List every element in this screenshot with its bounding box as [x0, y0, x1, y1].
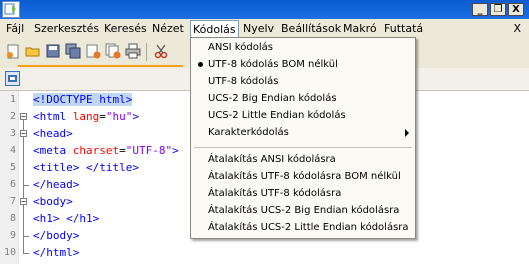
line-number: 3 — [9, 128, 16, 139]
code-token: charset — [72, 144, 120, 157]
menu-item-convert-ucs2-be[interactable]: Átalakítás UCS-2 Big Endian kódolásra — [191, 202, 415, 219]
save-icon[interactable] — [44, 42, 62, 60]
app-icon[interactable] — [2, 1, 20, 18]
code-text: <h1> </h1> — [33, 210, 99, 227]
menu-beallitasok[interactable]: Beállítások — [278, 21, 344, 36]
menu-item-utf8-no-bom[interactable]: UTF-8 kódolás BOM nélkül — [191, 56, 415, 73]
code-text: </head> — [33, 176, 79, 193]
code-text: </html> — [33, 244, 79, 261]
code-text: </body> — [33, 227, 79, 244]
menu-nezet[interactable]: Nézet — [149, 21, 187, 36]
selected-bullet-icon — [198, 62, 203, 67]
code-token: = — [119, 144, 126, 157]
menu-futtatas[interactable]: Futtatá — [381, 21, 426, 36]
line-number: 2 — [9, 111, 16, 122]
line-number: 7 — [9, 196, 16, 207]
line-number: 5 — [9, 162, 16, 173]
menu-item-convert-utf8[interactable]: Átalakítás UTF-8 kódolásra — [191, 185, 415, 202]
code-token: </h1> — [66, 212, 100, 225]
document-tab-icon[interactable] — [5, 71, 20, 86]
code-token: lang — [72, 110, 100, 123]
line-number: 8 — [9, 213, 16, 224]
menu-kodolas[interactable]: Kódolás — [190, 20, 239, 38]
toolbar-highlight-line — [18, 65, 183, 67]
code-token: <!DOCTYPE html> — [33, 93, 133, 106]
save-all-icon[interactable] — [64, 42, 82, 60]
code-text: <!DOCTYPE html> — [33, 91, 133, 108]
menu-item-utf8[interactable]: UTF-8 kódolás — [191, 73, 415, 90]
window-close-button[interactable]: X — [508, 3, 524, 16]
close-all-icon[interactable] — [104, 42, 122, 60]
encoding-menu: ANSI kódolás UTF-8 kódolás BOM nélkül UT… — [190, 37, 416, 239]
code-text: <html lang="hu"> — [33, 108, 139, 125]
code-token: > — [132, 110, 139, 123]
code-token: "hu" — [105, 110, 133, 123]
code-text: <body> — [33, 193, 73, 210]
code-token: </html> — [33, 246, 80, 259]
code-token: > — [172, 144, 179, 157]
code-text: <head> — [33, 125, 73, 142]
menu-nyelv[interactable]: Nyelv — [240, 21, 277, 36]
code-line[interactable]: 10 </html> — [0, 244, 529, 261]
menu-makro[interactable]: Makró — [340, 21, 380, 36]
minimize-button[interactable]: _ — [472, 3, 488, 16]
code-text: <meta charset="UTF-8"> — [33, 142, 179, 159]
new-file-icon[interactable] — [4, 42, 22, 60]
code-token: <title> — [33, 161, 80, 174]
line-number: 4 — [9, 145, 16, 156]
menu-szerkesztes[interactable]: Szerkesztés — [31, 21, 102, 36]
menu-item-convert-ansi[interactable]: Átalakítás ANSI kódolásra — [191, 151, 415, 168]
menu-item-convert-utf8-no-bom[interactable]: Átalakítás UTF-8 kódolásra BOM nélkül — [191, 168, 415, 185]
code-token: </head> — [33, 178, 80, 191]
title-bar: _ ❐ X — [0, 0, 529, 19]
menu-item-convert-ucs2-le[interactable]: Átalakítás UCS-2 Little Endian kódolásra — [191, 219, 415, 236]
toolbar-separator — [146, 43, 147, 61]
cut-icon[interactable] — [152, 42, 170, 60]
code-token: <h1> — [33, 212, 60, 225]
restore-button[interactable]: ❐ — [490, 3, 506, 16]
menu-item-ucs2-be[interactable]: UCS-2 Big Endian kódolás — [191, 90, 415, 107]
code-token: "UTF-8" — [125, 144, 173, 157]
menu-item-ansi[interactable]: ANSI kódolás — [191, 39, 415, 56]
code-token: </title> — [85, 161, 139, 174]
code-token: <meta — [33, 144, 73, 157]
code-token: = — [99, 110, 106, 123]
line-number: 9 — [9, 230, 16, 241]
menu-item-ucs2-le[interactable]: UCS-2 Little Endian kódolás — [191, 107, 415, 124]
print-icon[interactable] — [124, 42, 142, 60]
code-token: <html — [33, 110, 73, 123]
open-file-icon[interactable] — [24, 42, 42, 60]
code-token: <head> — [33, 127, 73, 140]
menu-kereses[interactable]: Keresés — [101, 21, 150, 36]
close-icon[interactable] — [84, 42, 102, 60]
code-text: <title> </title> — [33, 159, 139, 176]
submenu-arrow-icon — [405, 129, 409, 137]
line-number: 1 — [9, 94, 16, 105]
menu-separator — [194, 147, 412, 148]
code-token: <body> — [33, 195, 73, 208]
line-number: 6 — [9, 179, 16, 190]
document-close-button[interactable]: X — [513, 21, 521, 36]
menu-item-character-sets[interactable]: Karakterkódolás — [191, 124, 415, 141]
menu-bar: Fájl Szerkesztés Keresés Nézet Kódolás N… — [0, 19, 529, 39]
code-token: </body> — [33, 229, 80, 242]
menu-fajl[interactable]: Fájl — [3, 21, 27, 36]
line-number: 10 — [3, 247, 16, 258]
